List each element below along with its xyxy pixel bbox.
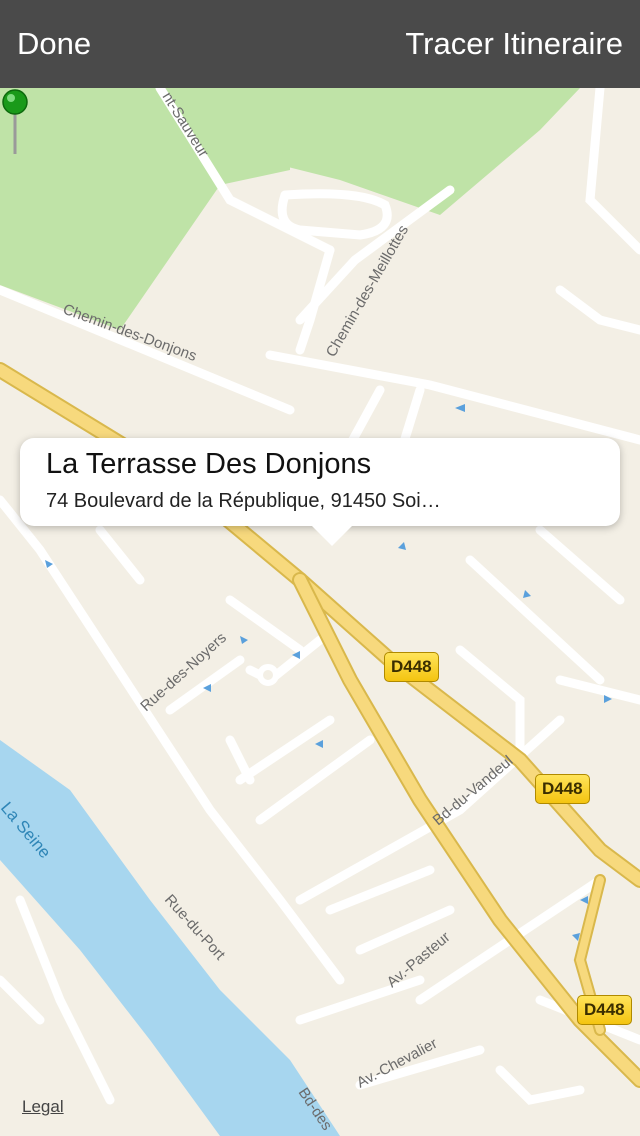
top-toolbar: Done Tracer Itineraire bbox=[0, 0, 640, 88]
location-callout[interactable]: La Terrasse Des Donjons 74 Boulevard de … bbox=[20, 438, 620, 546]
road-shield-d448: D448 bbox=[577, 995, 632, 1025]
map-view[interactable]: nt-Sauveur Chemin-des-Donjons Chemin-des… bbox=[0, 88, 640, 1136]
road-shield-d448: D448 bbox=[384, 652, 439, 682]
roundabout bbox=[257, 664, 279, 686]
callout-title: La Terrasse Des Donjons bbox=[46, 448, 372, 480]
legal-link[interactable]: Legal bbox=[22, 1097, 64, 1117]
route-button[interactable]: Tracer Itineraire bbox=[405, 0, 623, 88]
road-shield-d448: D448 bbox=[535, 774, 590, 804]
map-canvas: nt-Sauveur Chemin-des-Donjons Chemin-des… bbox=[0, 88, 640, 1136]
green-map-pin-icon[interactable] bbox=[0, 88, 30, 158]
done-button[interactable]: Done bbox=[17, 0, 91, 88]
callout-address: 74 Boulevard de la République, 91450 Soi… bbox=[46, 490, 441, 512]
